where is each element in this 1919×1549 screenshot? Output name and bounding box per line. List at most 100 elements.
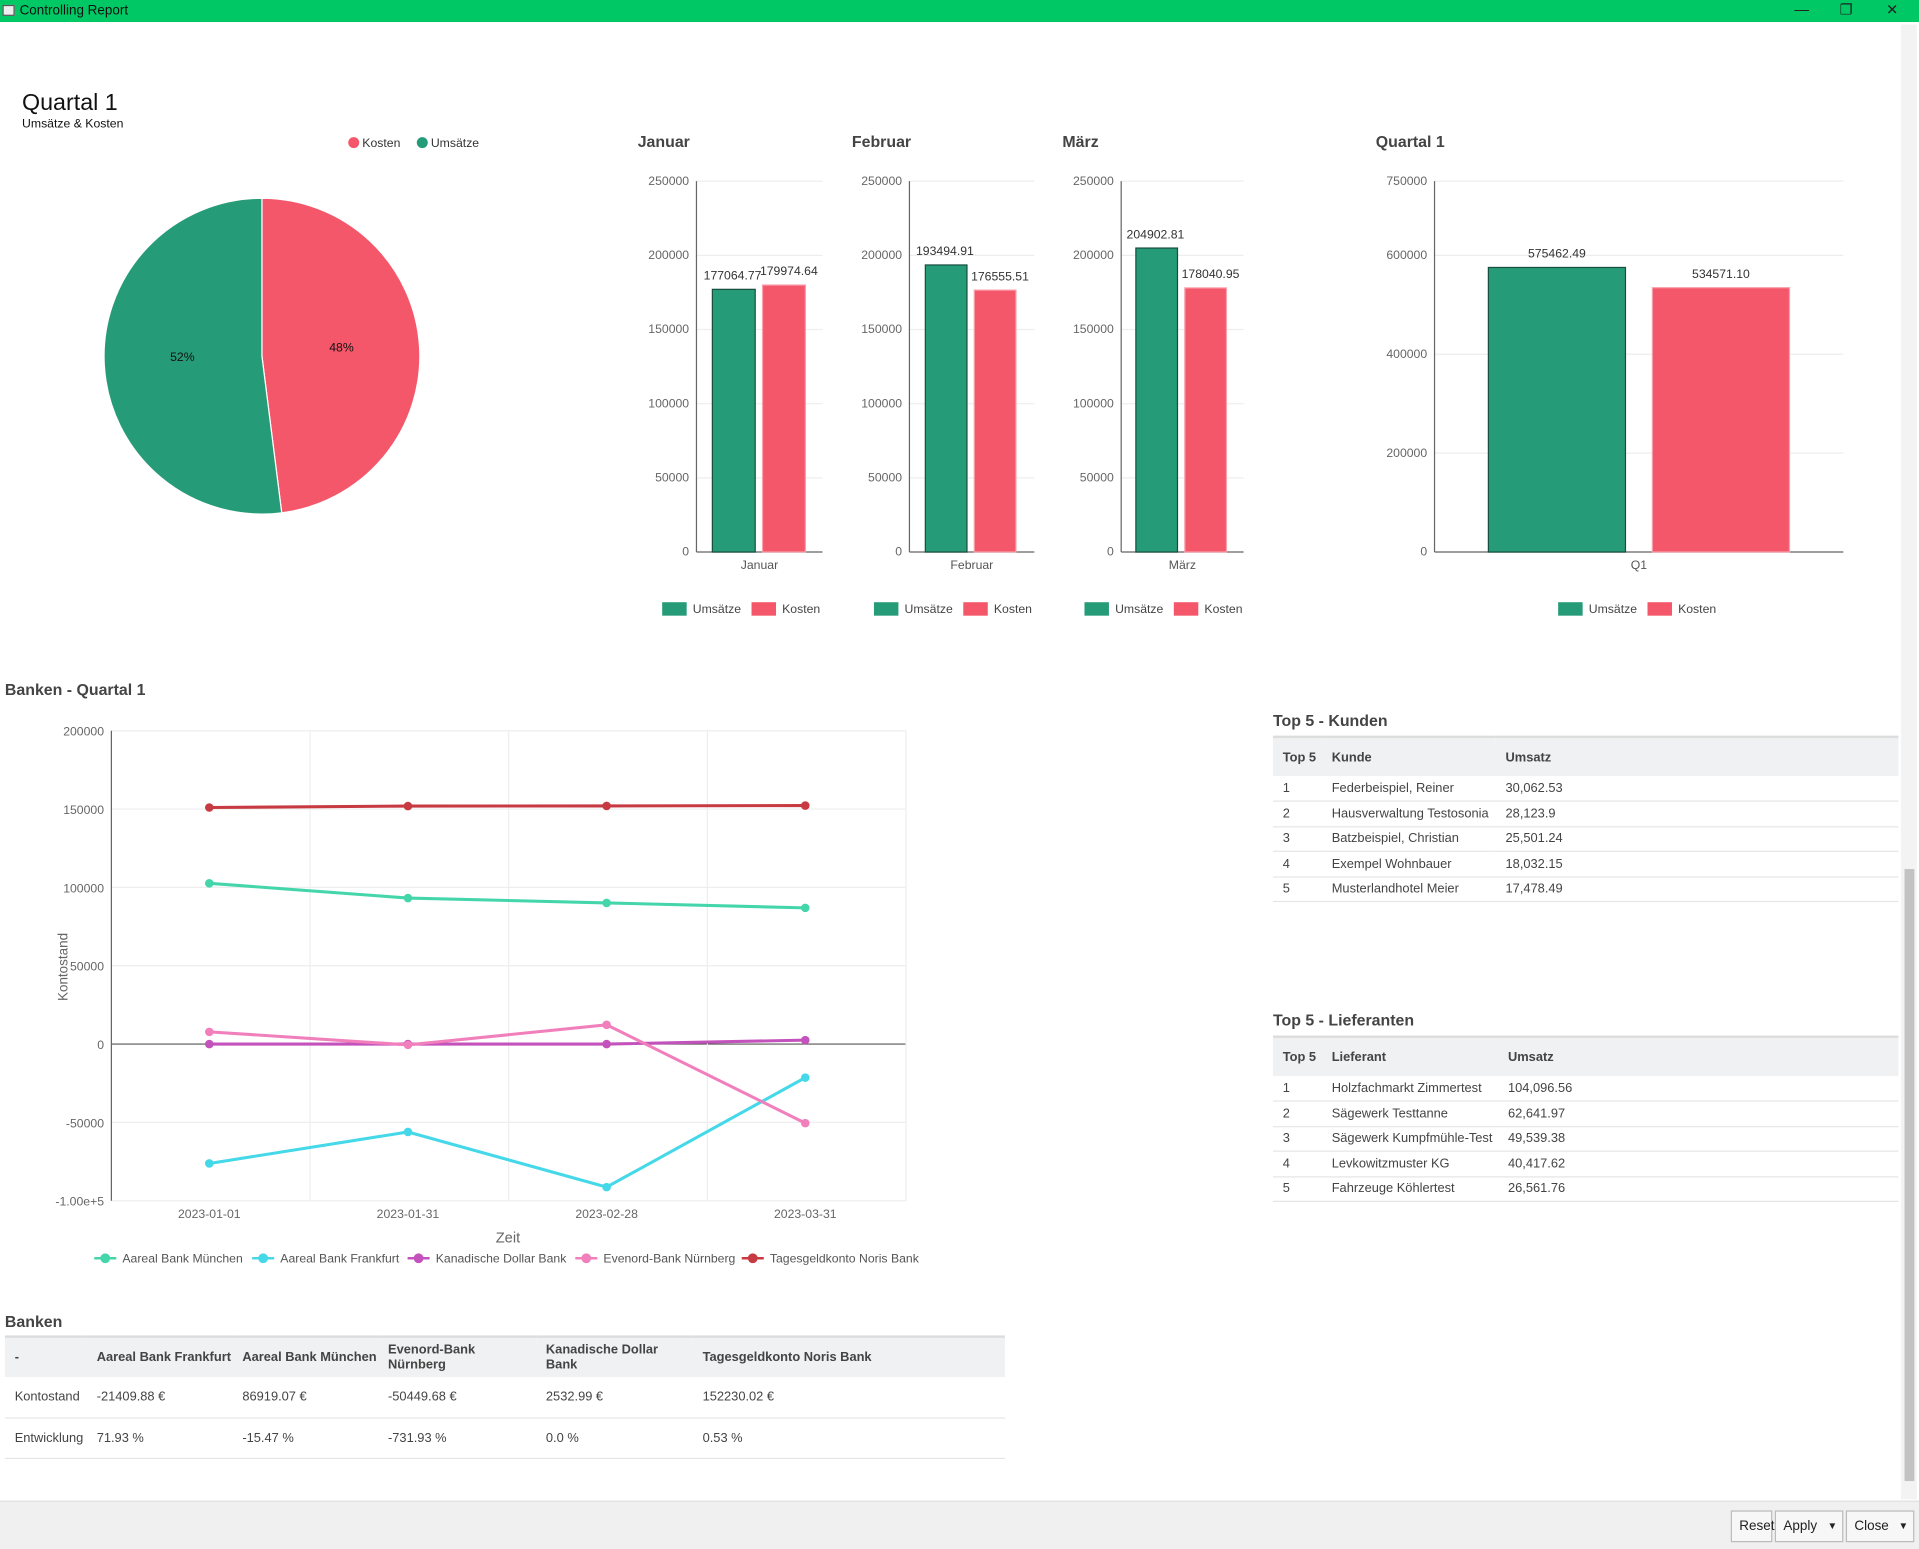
table-header-row: - Aareal Bank Frankfurt Aareal Bank Münche… xyxy=(4,1335,1005,1377)
table-header-row: Top 5 Kunde Umsatz xyxy=(1272,735,1899,777)
lieferanten-table: Top 5 Lieferant Umsatz 1 Holzfachmarkt Zimme… xyxy=(1272,1035,1899,1202)
table-cell: Federbeispiel, Reiner xyxy=(1321,776,1496,802)
data-point xyxy=(205,879,214,888)
y-tick-label: 100000 xyxy=(63,881,104,895)
table-cell: Musterlandhotel Meier xyxy=(1321,876,1496,903)
table-row: Entwicklung 71.93 % -15.47 % -731.93 % 0.0 %… xyxy=(4,1417,1005,1459)
table-cell: 4 xyxy=(1272,851,1322,877)
data-point xyxy=(602,1039,611,1049)
table-cell: Fahrzeuge Köhlertest xyxy=(1321,1176,1499,1202)
table-row: 2 Sägewerk Testtanne 62,641.97 xyxy=(1272,1100,1899,1127)
table-row: 4 Exempel Wohnbauer 18,032.15 xyxy=(1272,851,1899,877)
table-cell: 4 xyxy=(1272,1151,1322,1177)
table-cell: Hausverwaltung Testosonia xyxy=(1321,801,1496,827)
data-point xyxy=(403,893,413,903)
table-row: 3 Batzbeispiel, Christian 25,501.24 xyxy=(1272,826,1899,852)
banken-title: Banken xyxy=(4,1312,63,1331)
data-point xyxy=(403,801,413,811)
table-cell: 2 xyxy=(1272,801,1322,827)
legend-label: Evenord-Bank Nürnberg xyxy=(603,1252,735,1266)
table-cell: 25,501.24 xyxy=(1495,826,1899,852)
table-row: 2 Hausverwaltung Testosonia 28,123.9 xyxy=(1272,801,1899,827)
data-point xyxy=(800,1118,810,1128)
table-cell: 5 xyxy=(1272,876,1322,903)
table-cell: 28,123.9 xyxy=(1495,801,1899,827)
footer-bar: Reset Apply ▼ Close ▼ xyxy=(0,1500,1919,1549)
scrollbar[interactable] xyxy=(1900,24,1917,1500)
y-tick-label: 0 xyxy=(97,1038,104,1052)
chevron-down-icon[interactable]: ▼ xyxy=(1899,1512,1909,1541)
y-tick-label: -1.00e+5 xyxy=(55,1195,104,1209)
table-cell: Levkowitzmuster KG xyxy=(1321,1151,1499,1177)
table-cell: 2 xyxy=(1272,1100,1322,1127)
table-cell: 5 xyxy=(1272,1176,1322,1202)
column-header: Top 5 xyxy=(1272,1035,1322,1076)
legend-label: Tagesgeldkonto Noris Bank xyxy=(770,1252,920,1266)
bar-chart-3: Quartal 1 750000 600000 400000 200000 0 575462… xyxy=(1376,134,1844,616)
table-cell: 18,032.15 xyxy=(1495,851,1899,877)
scrollbar-thumb[interactable] xyxy=(1904,869,1915,1482)
table-cell: 86919.07 € xyxy=(232,1377,379,1419)
chevron-down-icon[interactable]: ▼ xyxy=(1828,1512,1838,1541)
column-header: Umsatz xyxy=(1498,1035,1899,1076)
data-point xyxy=(800,801,810,810)
table-cell: Sägewerk Kumpfmühle-Test xyxy=(1321,1126,1499,1152)
table-cell: 1 xyxy=(1272,1075,1322,1102)
data-point xyxy=(602,801,611,811)
legend-label: Kosten xyxy=(1678,602,1716,616)
table-cell: Batzbeispiel, Christian xyxy=(1321,826,1496,852)
column-header: Aareal Bank Frankfurt xyxy=(86,1335,233,1377)
line-series xyxy=(209,804,806,810)
column-header: Evenord-Bank Nürnberg xyxy=(378,1335,537,1377)
y-tick-label: 50000 xyxy=(70,960,104,974)
bar-umsaetze xyxy=(1487,266,1627,553)
banks-chart-title: Banken - Quartal 1 xyxy=(5,682,146,699)
table-cell: Holzfachmarkt Zimmertest xyxy=(1321,1075,1499,1102)
data-point xyxy=(403,1040,413,1050)
bar-value-label: 575462.49 xyxy=(1528,247,1586,261)
banken-table: - Aareal Bank Frankfurt Aareal Bank Münche… xyxy=(4,1335,1005,1459)
table-cell: 49,539.38 xyxy=(1498,1126,1899,1152)
table-cell: Exempel Wohnbauer xyxy=(1321,851,1496,877)
close-label: Close xyxy=(1854,1518,1889,1534)
column-header: Kunde xyxy=(1321,735,1496,777)
kunden-title: Top 5 - Kunden xyxy=(1272,711,1388,730)
banks-line-chart: Banken - Quartal 1 200000 150000 100000 5000… xyxy=(5,682,920,1266)
y-tick-label: 200000 xyxy=(1386,446,1427,460)
column-header: Tagesgeldkonto Noris Bank xyxy=(692,1335,1005,1377)
column-header: Umsatz xyxy=(1495,735,1899,777)
legend-swatch xyxy=(1558,602,1583,616)
x-axis-title: Zeit xyxy=(496,1230,520,1246)
y-tick-label: 750000 xyxy=(1386,174,1427,188)
apply-button[interactable]: Apply ▼ xyxy=(1774,1510,1844,1543)
data-point xyxy=(205,1027,214,1037)
table-row: 1 Federbeispiel, Reiner 30,062.53 xyxy=(1272,776,1899,802)
table-cell: 2532.99 € xyxy=(536,1377,693,1419)
table-cell: 3 xyxy=(1272,826,1322,852)
table-row: 4 Levkowitzmuster KG 40,417.62 xyxy=(1272,1151,1899,1177)
apply-label: Apply xyxy=(1783,1518,1818,1534)
table-row: 5 Musterlandhotel Meier 17,478.49 xyxy=(1272,876,1899,903)
table-cell: 17,478.49 xyxy=(1495,876,1899,903)
close-button[interactable]: Close ▼ xyxy=(1845,1510,1915,1543)
x-tick-label: 2023-02-28 xyxy=(575,1207,638,1221)
column-header: - xyxy=(4,1335,87,1377)
table-cell: 40,417.62 xyxy=(1498,1151,1899,1177)
y-tick-label: 0 xyxy=(1420,545,1427,559)
x-tick-label: Q1 xyxy=(1631,558,1648,572)
column-header: Aareal Bank München xyxy=(232,1335,379,1377)
y-tick-label: 400000 xyxy=(1386,347,1427,361)
x-tick-label: 2023-01-01 xyxy=(178,1207,241,1221)
x-tick-label: 2023-01-31 xyxy=(377,1207,440,1221)
bar-chart-title: Quartal 1 xyxy=(1376,134,1445,151)
table-cell: -731.93 % xyxy=(378,1417,537,1459)
table-cell: 30,062.53 xyxy=(1495,776,1899,802)
column-header: Top 5 xyxy=(1272,735,1322,777)
y-tick-label: 600000 xyxy=(1386,248,1427,262)
data-point xyxy=(602,898,611,908)
legend-marker-icon xyxy=(100,1253,111,1264)
y-axis-title: Kontostand xyxy=(55,933,70,1001)
line-series xyxy=(209,1076,807,1189)
lieferanten-title: Top 5 - Lieferanten xyxy=(1272,1011,1415,1030)
reset-button[interactable]: Reset xyxy=(1730,1510,1774,1543)
